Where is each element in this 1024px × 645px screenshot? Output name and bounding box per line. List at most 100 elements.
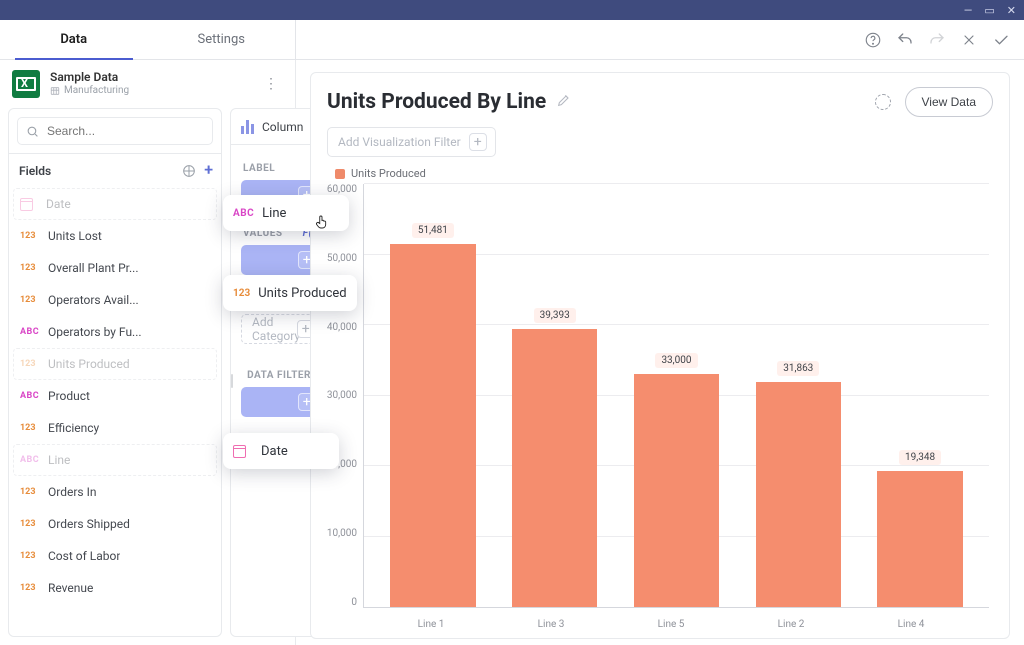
page-title: Units Produced By Line: [327, 90, 546, 114]
field-row[interactable]: ABC Product: [13, 380, 217, 412]
tab-data[interactable]: Data: [0, 20, 148, 59]
field-row[interactable]: 123 Overall Plant Pr...: [13, 252, 217, 284]
y-axis: 60,00050,00040,00030,00020,00010,0000: [321, 184, 363, 608]
number-type-icon: 123: [20, 295, 42, 305]
field-label: Operators Avail...: [48, 293, 139, 307]
redo-icon[interactable]: [928, 31, 946, 49]
bar-value-label: 39,393: [534, 308, 576, 323]
field-label: Overall Plant Pr...: [48, 261, 138, 275]
undo-icon[interactable]: [896, 31, 914, 49]
bar[interactable]: [877, 471, 962, 607]
add-visualization-filter[interactable]: Add Visualization Filter +: [327, 127, 496, 157]
field-row[interactable]: 123 Revenue: [13, 572, 217, 604]
bar[interactable]: [756, 382, 841, 607]
field-label: Orders Shipped: [48, 517, 130, 531]
x-axis: Line 1Line 3Line 5Line 2Line 4: [353, 619, 989, 630]
chart-area: 60,00050,00040,00030,00020,00010,0000 51…: [311, 184, 1009, 638]
cancel-icon[interactable]: [960, 31, 978, 49]
bar[interactable]: [634, 374, 719, 607]
abc-type-icon: ABC: [20, 391, 42, 401]
number-type-icon: 123: [233, 288, 250, 299]
number-type-icon: 123: [20, 231, 42, 241]
dragged-chip-date[interactable]: Date: [223, 433, 339, 469]
chart-legend: Units Produced: [311, 167, 1009, 184]
search-icon: [26, 125, 39, 138]
number-type-icon: 123: [20, 519, 42, 529]
bar-value-label: 51,481: [412, 223, 454, 238]
dragged-chip-line[interactable]: ABC Line: [223, 195, 349, 231]
fields-list[interactable]: Date123Units Lost123Overall Plant Pr...1…: [9, 186, 221, 636]
datasource-name: Sample Data: [50, 71, 250, 85]
field-label: Date: [46, 197, 71, 211]
editor-tabs: Data Settings: [0, 20, 296, 59]
calendar-icon: [20, 198, 33, 211]
plot-area: 51,481 39,393 33,000 31,863 19,348: [363, 184, 989, 608]
y-tick-label: 0: [351, 597, 357, 608]
bar-column: 31,863: [737, 184, 859, 607]
confirm-icon[interactable]: [992, 31, 1010, 49]
field-row[interactable]: ABC Operators by Fu...: [13, 316, 217, 348]
bar[interactable]: [390, 244, 475, 607]
number-type-icon: 123: [20, 423, 42, 433]
bar[interactable]: [512, 329, 597, 607]
tab-settings[interactable]: Settings: [148, 20, 296, 59]
y-tick-label: 30,000: [327, 390, 357, 401]
fields-panel: Fields + Date123Units Lost123Overall Pla…: [8, 108, 222, 637]
search-input[interactable]: [17, 117, 213, 145]
field-row[interactable]: 123Units Produced: [13, 348, 217, 380]
window-restore-button[interactable]: ▭: [984, 5, 994, 16]
field-label: Units Lost: [48, 229, 102, 243]
x-tick-label: Line 3: [491, 619, 611, 630]
window-titlebar: — ▭ ✕: [0, 0, 1024, 20]
number-type-icon: 123: [20, 551, 42, 561]
x-tick-label: Line 4: [851, 619, 971, 630]
window-close-button[interactable]: ✕: [1007, 5, 1016, 16]
column-chart-icon: [241, 120, 254, 134]
help-icon[interactable]: [864, 31, 882, 49]
brain-icon[interactable]: [180, 162, 198, 180]
excel-icon: [12, 70, 40, 98]
number-type-icon: 123: [20, 263, 42, 273]
bar-column: 19,348: [859, 184, 981, 607]
field-row[interactable]: Date: [13, 188, 217, 220]
field-row[interactable]: 123 Units Lost: [13, 220, 217, 252]
field-row[interactable]: 123 Efficiency: [13, 412, 217, 444]
field-label: Efficiency: [48, 421, 99, 435]
y-tick-label: 50,000: [327, 253, 357, 264]
bar-column: 39,393: [494, 184, 616, 607]
bar-value-label: 31,863: [777, 361, 819, 376]
y-tick-label: 10,000: [327, 528, 357, 539]
abc-type-icon: ABC: [20, 327, 42, 337]
y-tick-label: 40,000: [327, 322, 357, 333]
x-tick-label: Line 5: [611, 619, 731, 630]
view-data-button[interactable]: View Data: [905, 87, 993, 117]
field-label: Cost of Labor: [48, 549, 120, 563]
timer-icon[interactable]: [873, 92, 893, 112]
bar-column: 33,000: [616, 184, 738, 607]
number-type-icon: 123: [20, 359, 42, 369]
add-filter-plus-icon: +: [469, 133, 487, 151]
dragged-chip-units-produced[interactable]: 123 Units Produced: [223, 275, 357, 311]
x-tick-label: Line 2: [731, 619, 851, 630]
field-row[interactable]: 123 Orders Shipped: [13, 508, 217, 540]
field-row[interactable]: 123Orders In: [13, 476, 217, 508]
field-row[interactable]: 123 Cost of Labor: [13, 540, 217, 572]
y-tick-label: 60,000: [327, 184, 357, 195]
datasource-subtitle: Manufacturing: [50, 85, 250, 97]
field-row[interactable]: ABCLine: [13, 444, 217, 476]
field-label: Orders In: [48, 485, 96, 499]
edit-title-icon[interactable]: [556, 92, 572, 112]
toolbar: Data Settings: [0, 20, 1024, 60]
field-label: Revenue: [48, 581, 93, 595]
calendar-icon: [233, 445, 246, 458]
field-row[interactable]: 123 Operators Avail...: [13, 284, 217, 316]
bar-value-label: 19,348: [899, 450, 941, 465]
legend-swatch: [335, 169, 345, 179]
field-label: Product: [48, 389, 90, 403]
bar-column: 51,481: [372, 184, 494, 607]
datasource-menu-button[interactable]: ⋮: [260, 76, 283, 92]
number-type-icon: 123: [20, 583, 42, 593]
window-minimize-button[interactable]: —: [964, 5, 973, 16]
field-label: Operators by Fu...: [48, 325, 142, 339]
add-field-button[interactable]: +: [204, 162, 213, 180]
